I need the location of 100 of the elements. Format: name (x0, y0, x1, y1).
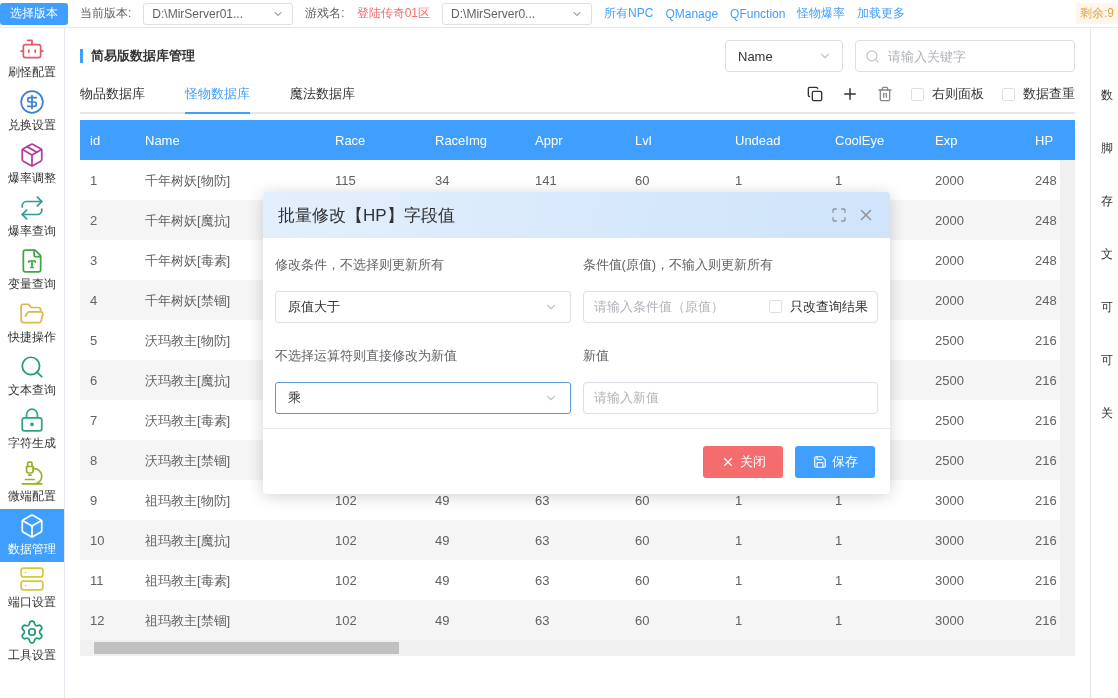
table-cell: 216 (1035, 413, 1057, 428)
table-cell: 7 (90, 413, 98, 428)
sidebar-item[interactable]: 快捷操作 (0, 297, 64, 350)
table-cell: 2000 (935, 213, 964, 228)
close-button[interactable]: 关闭 (703, 445, 783, 478)
table-cell: 216 (1035, 453, 1057, 468)
table-cell: 5 (90, 333, 98, 348)
search-field[interactable]: 请输入关键字 (855, 40, 1075, 72)
new-value-field[interactable]: 请输入新值 (582, 381, 878, 414)
table-cell: 祖玛教主[魔抗] (145, 532, 231, 548)
table-cell: 60 (635, 613, 650, 628)
field-select[interactable]: Name (725, 40, 843, 72)
arrows-icon (19, 195, 45, 221)
table-cell: 102 (335, 573, 357, 588)
sidebar-item[interactable]: 数据管理 (0, 509, 64, 562)
checkbox[interactable] (911, 87, 924, 101)
table-cell: 2500 (935, 453, 964, 468)
top-link[interactable]: QFunction (730, 6, 786, 21)
table-cell: 216 (1035, 573, 1057, 588)
column-header[interactable]: RaceImg (425, 132, 525, 148)
remaining-badge: 剩余:9 (1076, 3, 1118, 24)
table-cell: 1 (835, 533, 843, 548)
tab[interactable]: 魔法数据库 (290, 76, 355, 114)
checkbox[interactable] (1002, 87, 1015, 101)
top-link[interactable]: 所有NPC (604, 5, 654, 22)
sidebar-item[interactable]: 工具设置 (0, 615, 64, 668)
sidebar-item[interactable]: 爆率调整 (0, 138, 64, 191)
table-cell: 102 (335, 493, 357, 508)
table-cell: 3000 (935, 533, 964, 548)
top-link[interactable]: QManage (665, 6, 719, 21)
table-cell: 千年树妖[毒素] (145, 252, 231, 268)
column-header[interactable]: Name (135, 132, 325, 148)
version-button[interactable]: 选择版本 (0, 2, 68, 25)
horizontal-scrollbar[interactable] (80, 640, 1075, 656)
column-header[interactable]: Lvl (625, 132, 725, 148)
save-button[interactable]: 保存 (795, 445, 875, 478)
table-cell: 49 (435, 533, 450, 548)
table-cell: 216 (1035, 533, 1057, 548)
table-cell: 3 (90, 253, 98, 268)
page-title: 简易版数据库管理 (80, 49, 195, 63)
table-cell: 6 (90, 373, 98, 388)
panel-label: 可 (1101, 299, 1114, 315)
table-cell: 1 (735, 533, 743, 548)
column-header[interactable]: Exp (925, 132, 1025, 148)
sidebar-item[interactable]: 端口设置 (0, 562, 64, 615)
column-header[interactable]: CoolEye (825, 132, 925, 148)
table-cell: 102 (335, 613, 357, 628)
table-cell: 60 (635, 573, 650, 588)
table-cell: 63 (535, 613, 550, 628)
table-cell: 11 (90, 573, 104, 588)
column-header[interactable]: Appr (525, 132, 625, 148)
table-cell: 141 (535, 173, 557, 188)
server-select[interactable]: D:\MirServer0... (442, 2, 593, 25)
checkbox[interactable] (769, 300, 782, 313)
sidebar-item[interactable]: 变量查询 (0, 244, 64, 297)
table-cell: 12 (90, 613, 105, 628)
trash-icon[interactable] (877, 86, 893, 102)
sidebar-item[interactable]: 兑换设置 (0, 85, 64, 138)
column-header[interactable]: Undead (725, 132, 825, 148)
table-cell: 248 (1035, 173, 1057, 188)
sidebar-item[interactable]: 刷怪配置 (0, 32, 64, 85)
panel-label: 存 (1101, 193, 1114, 209)
table-cell: 沃玛教主[魔抗] (145, 372, 231, 388)
column-header[interactable]: HP (1025, 132, 1060, 148)
table-cell: 1 (835, 493, 843, 508)
copy-icon[interactable] (807, 86, 823, 102)
save-icon (812, 454, 827, 469)
table-cell: 沃玛教主[禁锢] (145, 452, 231, 468)
table-cell: 115 (335, 173, 356, 188)
package-icon (19, 142, 45, 168)
tab[interactable]: 物品数据库 (80, 76, 145, 114)
panel-label: 数 (1101, 87, 1114, 103)
panel-label: 可 (1101, 352, 1114, 368)
tab[interactable]: 怪物数据库 (185, 76, 250, 114)
checkbox-label: 右则面板 (932, 85, 984, 103)
table-cell: 216 (1035, 493, 1057, 508)
box-icon (19, 513, 45, 539)
sidebar-item[interactable]: 字符生成 (0, 403, 64, 456)
operator-select[interactable]: 乘 (275, 381, 571, 414)
table-cell: 2000 (935, 253, 964, 268)
table-cell: 1 (835, 613, 843, 628)
panel-label: 关 (1101, 405, 1114, 421)
top-link[interactable]: 加载更多 (857, 5, 906, 22)
sidebar-item[interactable]: 爆率查询 (0, 191, 64, 244)
vertical-scrollbar[interactable] (1060, 160, 1075, 640)
game-name: 登陆传奇01区 (356, 5, 431, 22)
sidebar-item[interactable]: 文本查询 (0, 350, 64, 403)
column-header[interactable]: Race (325, 132, 425, 148)
checkbox-label: 只改查询结果 (790, 297, 868, 316)
maximize-icon[interactable] (831, 207, 847, 223)
add-icon[interactable] (841, 85, 859, 103)
table-cell: 8 (90, 453, 98, 468)
top-link[interactable]: 怪物爆率 (797, 5, 846, 22)
version-select[interactable]: D:\MirServer01... (143, 2, 294, 25)
table-cell: 102 (335, 533, 357, 548)
condition-select[interactable]: 原值大于 (275, 290, 571, 323)
folder-icon (19, 301, 45, 327)
sidebar-item[interactable]: 微端配置 (0, 456, 64, 509)
table-cell: 1 (735, 613, 743, 628)
column-header[interactable]: id (80, 132, 135, 148)
